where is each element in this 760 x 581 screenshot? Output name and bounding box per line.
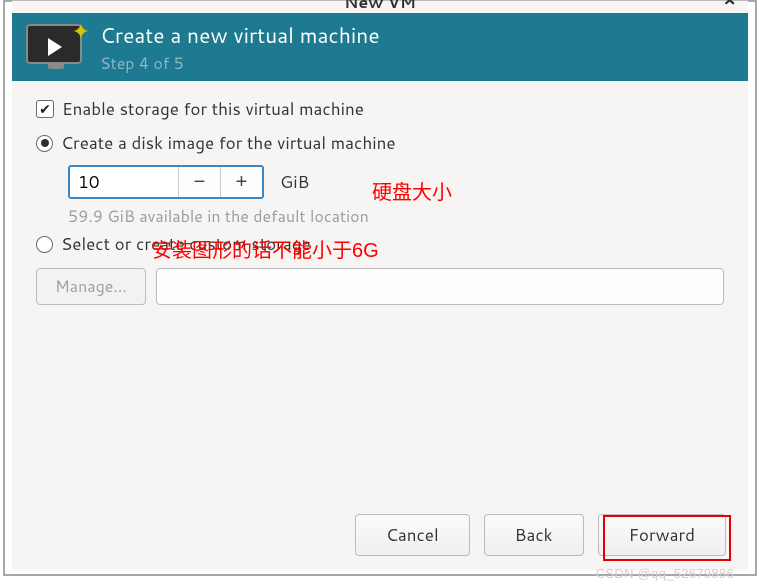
disk-size-spinner: − + xyxy=(68,165,264,199)
vm-monitor-icon: ✦ xyxy=(26,24,86,70)
window-title: New VM xyxy=(344,0,416,14)
custom-storage-radio[interactable] xyxy=(36,236,53,253)
wizard-step: Step 4 of 5 xyxy=(100,52,380,75)
disk-size-input[interactable] xyxy=(70,167,178,197)
wizard-content: ✔ Enable storage for this virtual machin… xyxy=(12,81,748,315)
titlebar: New VM × xyxy=(12,1,748,13)
wizard-title: Create a new virtual machine xyxy=(100,20,380,50)
wizard-header: ✦ Create a new virtual machine Step 4 of… xyxy=(12,13,748,81)
manage-button[interactable]: Manage... xyxy=(36,268,146,305)
disk-size-unit: GiB xyxy=(280,170,309,194)
vm-wizard-window: New VM × ✦ Create a new virtual machine … xyxy=(12,0,748,570)
close-icon[interactable]: × xyxy=(723,0,736,1)
cancel-button[interactable]: Cancel xyxy=(355,514,470,556)
back-button[interactable]: Back xyxy=(484,514,584,556)
storage-path-input[interactable] xyxy=(156,268,724,305)
create-disk-radio[interactable] xyxy=(36,135,53,152)
enable-storage-label: Enable storage for this virtual machine xyxy=(62,97,364,121)
custom-storage-label: Select or create custom storage xyxy=(61,232,311,256)
new-star-icon: ✦ xyxy=(72,16,90,47)
enable-storage-checkbox[interactable]: ✔ xyxy=(36,100,54,118)
wizard-footer: Cancel Back Forward xyxy=(355,514,726,556)
increment-button[interactable]: + xyxy=(220,167,262,197)
watermark: CSDN @qq_52679886 xyxy=(596,566,734,581)
available-space-hint: 59.9 GiB available in the default locati… xyxy=(68,205,724,228)
create-disk-label: Create a disk image for the virtual mach… xyxy=(61,131,395,155)
forward-button[interactable]: Forward xyxy=(598,514,726,556)
decrement-button[interactable]: − xyxy=(178,167,220,197)
